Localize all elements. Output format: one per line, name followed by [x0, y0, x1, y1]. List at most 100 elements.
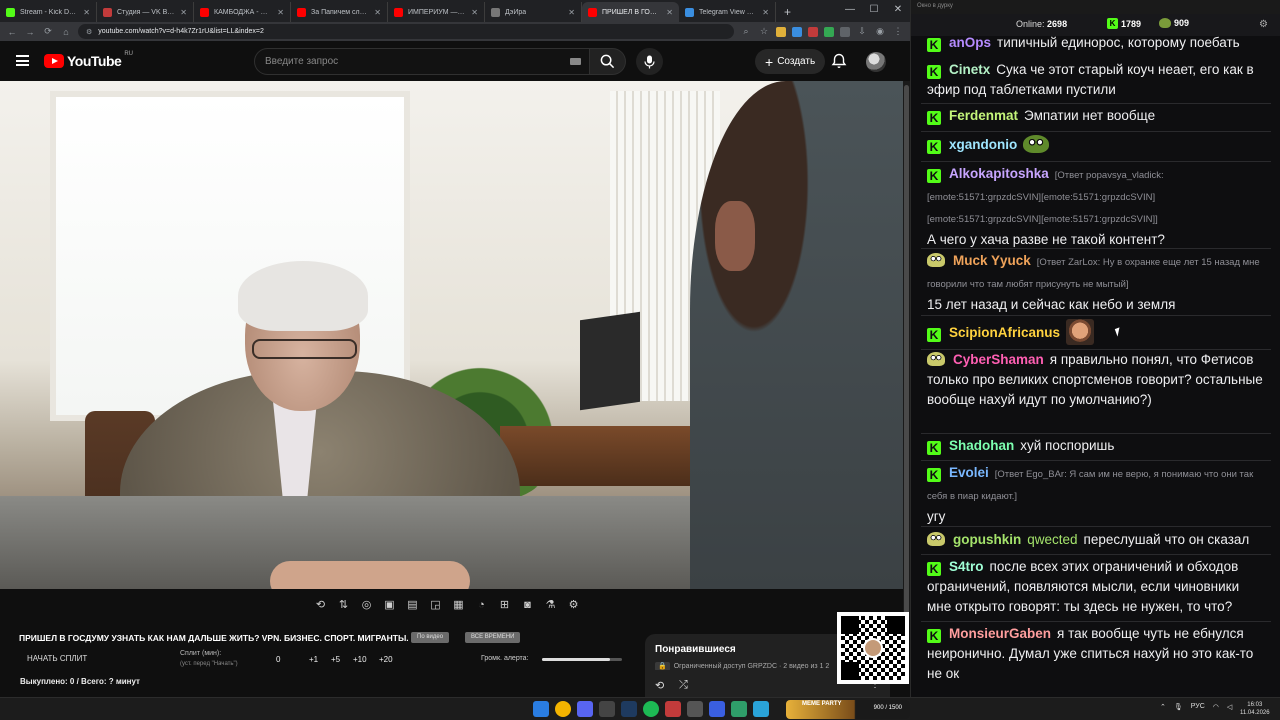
microphone-tray-icon[interactable]: 🎙 [1174, 703, 1183, 711]
profile-icon[interactable]: ◉ [874, 26, 886, 37]
speed-icon[interactable]: ◔ [473, 597, 490, 614]
search-button[interactable] [590, 48, 626, 75]
app-icon[interactable] [665, 701, 681, 717]
chat-username[interactable]: Muck Yyuck [953, 253, 1031, 268]
obs-icon[interactable] [599, 701, 615, 717]
alert-volume-slider[interactable] [542, 658, 622, 661]
browser-tab[interactable]: Stream - Kick Dashboard✕ [0, 2, 97, 22]
search-input[interactable] [265, 56, 545, 67]
split-add-button[interactable]: +1 [309, 655, 318, 664]
app-icon[interactable] [709, 701, 725, 717]
maximize-button[interactable]: ☐ [862, 0, 886, 22]
reload-icon[interactable]: ⟳ [42, 26, 54, 37]
chat-settings-icon[interactable]: ⚙ [1259, 19, 1271, 31]
account-avatar[interactable] [866, 52, 886, 72]
chat-username[interactable]: Alkokapitoshka [949, 166, 1049, 181]
wifi-icon[interactable]: ◠ [1213, 703, 1219, 711]
keyboard-icon[interactable] [570, 58, 581, 65]
youtube-logo[interactable]: YouTube RU [44, 51, 133, 69]
telegram-icon[interactable] [753, 701, 769, 717]
discord-icon[interactable] [577, 701, 593, 717]
settings-gear-icon[interactable]: ⚙ [565, 597, 582, 614]
app-icon[interactable] [731, 701, 747, 717]
close-icon[interactable]: ✕ [180, 8, 187, 17]
chat-username[interactable]: xgandonio [949, 137, 1017, 152]
tray-expand-icon[interactable]: ⌃ [1160, 703, 1166, 711]
forward-icon[interactable]: → [24, 27, 36, 37]
notifications-bell-icon[interactable] [831, 53, 847, 69]
download-icon[interactable]: ⇩ [856, 26, 868, 37]
hamburger-menu-icon[interactable] [16, 55, 29, 66]
close-window-button[interactable]: ✕ [886, 0, 910, 22]
voice-search-button[interactable] [636, 48, 663, 75]
extension-icon[interactable] [808, 26, 818, 37]
chat-username[interactable]: CyberShaman [953, 352, 1044, 367]
loop-icon[interactable]: ⟲ [312, 597, 329, 614]
watch-later-icon[interactable]: ▣ [381, 597, 398, 614]
subtitles-icon[interactable]: ▦ [450, 597, 467, 614]
close-icon[interactable]: ✕ [471, 8, 478, 17]
steam-icon[interactable] [621, 701, 637, 717]
home-icon[interactable]: ⌂ [60, 27, 72, 37]
split-add-button[interactable]: +5 [331, 655, 340, 664]
chat-username[interactable]: Evolei [949, 465, 989, 480]
shuffle-icon[interactable]: ⤮ [679, 679, 688, 692]
close-icon[interactable]: ✕ [83, 8, 90, 17]
close-icon[interactable]: ✕ [568, 8, 575, 17]
chat-username[interactable]: anOps [949, 36, 991, 50]
bookmark-star-icon[interactable]: ☆ [758, 26, 770, 37]
close-icon[interactable]: ✕ [277, 8, 284, 17]
playlist-title[interactable]: Понравившиеся [655, 644, 736, 655]
chat-username[interactable]: gopushkin [953, 532, 1021, 547]
broadcast-icon[interactable]: ◎ [358, 597, 375, 614]
screenshot-icon[interactable]: ◙ [519, 597, 536, 614]
chrome-icon[interactable] [555, 701, 571, 717]
clock[interactable]: 16:03 11.04.2026 [1240, 701, 1270, 717]
chat-username[interactable]: MonsieurGaben [949, 626, 1051, 641]
chat-username[interactable]: Shadohan [949, 438, 1014, 453]
browser-tab[interactable]: ИМПЕРИУМ — НЕ РО✕ [388, 2, 485, 22]
extension-icon[interactable] [840, 26, 850, 37]
lab-flask-icon[interactable]: ⚗ [542, 597, 559, 614]
volume-icon[interactable]: ◁ [1227, 703, 1232, 711]
add-to-playlist-icon[interactable]: ⊞ [496, 597, 513, 614]
extension-icon[interactable] [824, 26, 834, 37]
language-indicator[interactable]: РУС [1191, 703, 1205, 711]
app-icon[interactable] [687, 701, 703, 717]
create-button[interactable]: + Создать [755, 49, 826, 74]
extension-icon[interactable] [792, 26, 802, 37]
tag-button[interactable]: По видео [411, 632, 450, 643]
split-add-button[interactable]: +20 [379, 655, 393, 664]
tag-button[interactable]: ВСЕ ВРЕМЕНИ [465, 632, 521, 643]
chat-username[interactable]: Ferdenmat [949, 108, 1018, 123]
close-icon[interactable]: ✕ [374, 8, 381, 17]
zoom-icon[interactable]: ⌕ [740, 26, 752, 37]
video-player[interactable] [0, 81, 903, 589]
browser-tab[interactable]: Студия — VK Видео Live✕ [97, 2, 194, 22]
start-windows-icon[interactable] [533, 701, 549, 717]
minimize-button[interactable]: — [838, 0, 862, 22]
browser-tab[interactable]: Telegram View @dvach✕ [679, 2, 776, 22]
sort-icon[interactable]: ⇅ [335, 597, 352, 614]
page-scrollbar[interactable] [903, 81, 910, 697]
browser-tab-active[interactable]: ПРИШЕЛ В ГОСДУМУ✕ [582, 2, 679, 22]
browser-tab[interactable]: КАМБОДЖА - Столица✕ [194, 2, 291, 22]
picture-in-picture-icon[interactable]: ◲ [427, 597, 444, 614]
back-icon[interactable]: ← [6, 27, 18, 37]
close-icon[interactable]: ✕ [762, 8, 769, 17]
loop-playlist-icon[interactable]: ⟲ [655, 679, 664, 692]
extension-icon[interactable] [776, 26, 786, 37]
spotify-icon[interactable] [643, 701, 659, 717]
chat-mention[interactable]: qwected [1027, 532, 1077, 547]
start-split-button[interactable]: НАЧАТЬ СПЛИТ [27, 654, 87, 663]
browser-menu-icon[interactable]: ⋮ [892, 26, 904, 37]
scrollbar-thumb[interactable] [904, 85, 909, 645]
chat-username[interactable]: ScipionAfricanus [949, 325, 1060, 340]
browser-tab[interactable]: За Папичем следят в р✕ [291, 2, 388, 22]
split-add-button[interactable]: +10 [353, 655, 367, 664]
chat-username[interactable]: Cinetx [949, 62, 990, 77]
chat-username[interactable]: S4tro [949, 559, 984, 574]
browser-tab[interactable]: ДэЙра ✕ [485, 2, 582, 22]
meme-party-widget[interactable]: MEME PARTY 900 / 1500 [786, 700, 910, 719]
close-icon[interactable]: ✕ [666, 8, 673, 17]
